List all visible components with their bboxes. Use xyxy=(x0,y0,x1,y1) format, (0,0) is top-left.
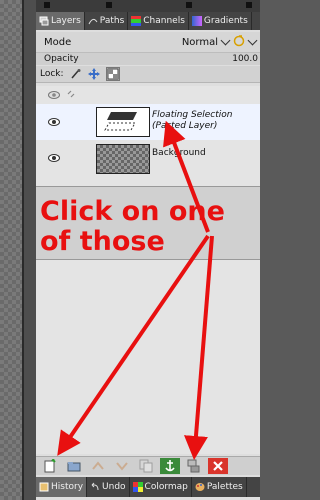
mode-label: Mode xyxy=(44,36,72,48)
mode-select[interactable]: Normal xyxy=(181,34,260,50)
layers-icon xyxy=(39,16,49,26)
dock-handle-icon xyxy=(186,2,192,8)
paths-icon xyxy=(88,16,98,26)
lock-row: Lock: xyxy=(36,66,260,83)
chevron-down-icon xyxy=(247,35,258,46)
undo-icon xyxy=(90,482,100,492)
tab-label: Undo xyxy=(102,482,126,492)
tab-label: Gradients xyxy=(203,16,248,26)
new-layer-icon xyxy=(44,459,56,473)
new-layer-button[interactable] xyxy=(40,458,60,474)
new-layer-group-icon xyxy=(67,462,81,472)
dock-tabs: Layers Paths Channels Gradients xyxy=(36,12,260,30)
lock-label: Lock: xyxy=(40,69,64,79)
channels-icon xyxy=(131,16,142,26)
layers-list: Floating Selection (Pasted Layer) Backgr… xyxy=(36,86,260,454)
layer-name[interactable]: Background xyxy=(152,148,206,159)
gradients-icon xyxy=(191,16,202,26)
tab-label: Palettes xyxy=(206,482,243,492)
lower-layer-button[interactable] xyxy=(112,458,132,474)
bottom-dock-tabs: History Undo Colormap Palettes xyxy=(36,477,260,497)
tab-label: History xyxy=(51,482,84,492)
annotation-box: Click on one of those xyxy=(36,186,260,260)
opacity-label: Opacity xyxy=(44,54,79,64)
layer-list-header xyxy=(36,88,260,102)
dock-handle-icon xyxy=(106,2,112,8)
tab-layers[interactable]: Layers xyxy=(36,12,85,30)
canvas-strip xyxy=(0,0,22,500)
tab-undo[interactable]: Undo xyxy=(87,477,130,497)
tab-label: Paths xyxy=(99,16,125,26)
raise-layer-icon xyxy=(92,461,104,470)
tab-gradients[interactable]: Gradients xyxy=(189,12,252,30)
duplicate-layer-icon xyxy=(139,459,153,473)
layers-dock: Layers Paths Channels Gradients Mode Nor… xyxy=(36,0,260,500)
tab-label: Channels xyxy=(143,16,185,26)
merge-down-icon xyxy=(187,459,200,473)
lock-alpha-icon[interactable] xyxy=(105,67,120,81)
dock-top-strip xyxy=(36,0,260,12)
chevron-down-icon xyxy=(220,35,231,46)
colormap-icon xyxy=(132,482,143,492)
delete-layer-button[interactable] xyxy=(208,458,228,474)
tab-label: Layers xyxy=(51,16,81,26)
layer-row[interactable]: Floating Selection (Pasted Layer) xyxy=(36,104,260,140)
tab-channels[interactable]: Channels xyxy=(128,12,189,30)
layers-toolbar xyxy=(36,456,260,475)
dock-handle-icon xyxy=(44,2,50,8)
merge-down-button[interactable] xyxy=(184,458,204,474)
tab-colormap[interactable]: Colormap xyxy=(130,477,192,497)
layer-name[interactable]: Floating Selection (Pasted Layer) xyxy=(152,110,232,132)
floating-selection-thumbnail xyxy=(96,107,150,137)
eye-icon[interactable] xyxy=(48,91,60,99)
tab-history[interactable]: History xyxy=(36,477,88,497)
eye-icon[interactable] xyxy=(48,154,60,162)
dock-handle-icon xyxy=(246,2,252,8)
reset-mode-icon[interactable] xyxy=(233,34,245,50)
eye-icon[interactable] xyxy=(48,118,60,126)
history-icon xyxy=(39,482,49,492)
lock-pixels-icon[interactable] xyxy=(70,68,82,80)
opacity-value[interactable]: 100.0 xyxy=(232,54,260,64)
mode-row: Mode Normal xyxy=(36,32,260,53)
palettes-icon xyxy=(195,482,205,492)
pasted-pattern-icon xyxy=(104,112,137,131)
lower-layer-icon xyxy=(116,462,128,471)
delete-layer-icon xyxy=(213,461,223,471)
background-thumbnail xyxy=(96,144,150,174)
anchor-layer-button[interactable] xyxy=(160,458,180,474)
layer-row[interactable]: Background xyxy=(36,142,260,174)
duplicate-layer-button[interactable] xyxy=(136,458,156,474)
panel-gutter xyxy=(24,0,36,500)
raise-layer-button[interactable] xyxy=(88,458,108,474)
tab-paths[interactable]: Paths xyxy=(85,12,129,30)
tab-label: Colormap xyxy=(144,482,188,492)
mode-value: Normal xyxy=(181,36,218,48)
tab-palettes[interactable]: Palettes xyxy=(192,477,247,497)
opacity-row[interactable]: Opacity 100.0 xyxy=(36,53,260,65)
new-layer-group-button[interactable] xyxy=(64,458,84,474)
annotation-text: Click on one of those xyxy=(40,196,225,257)
anchor-layer-icon xyxy=(165,460,175,472)
chain-icon[interactable] xyxy=(66,89,76,102)
lock-position-icon[interactable] xyxy=(87,68,100,80)
